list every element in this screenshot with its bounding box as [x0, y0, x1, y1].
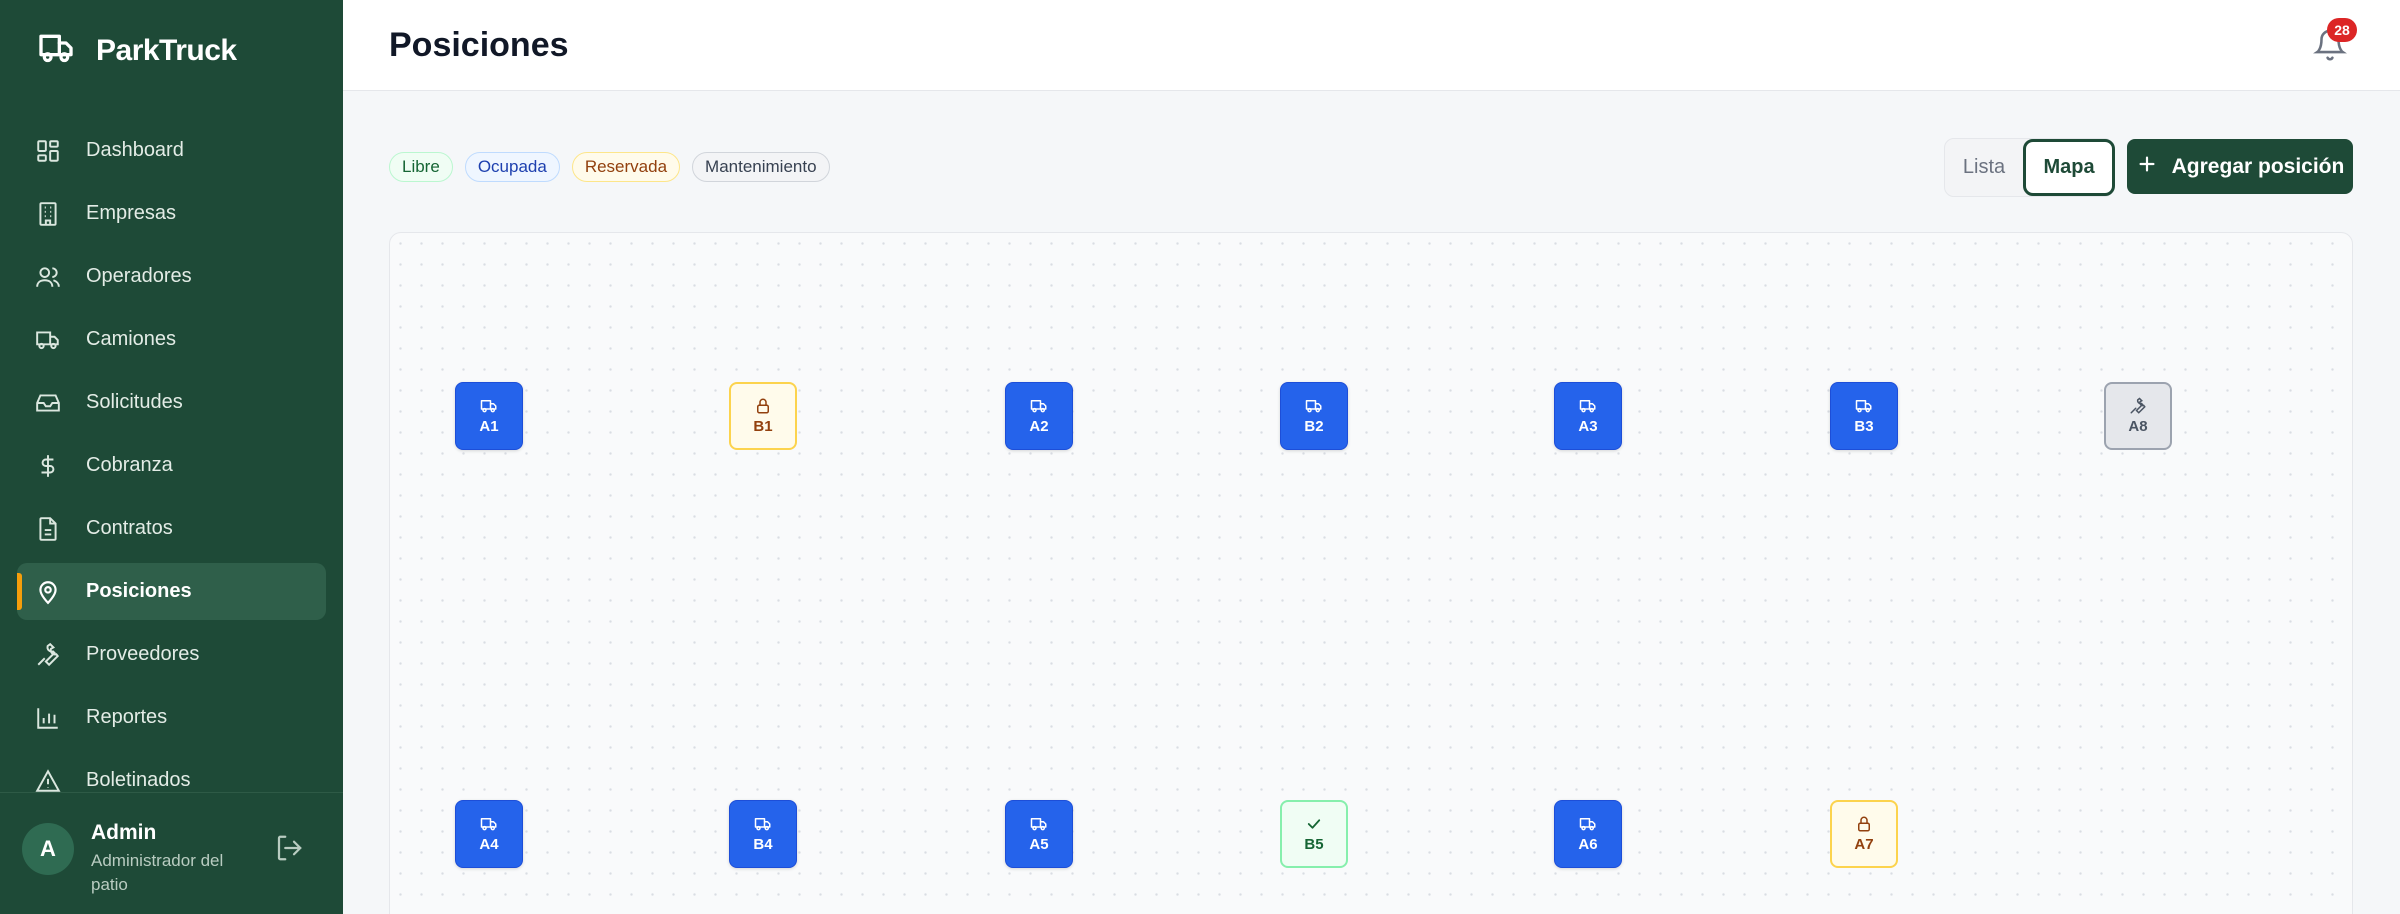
- position-slot-a8[interactable]: A8: [2104, 382, 2172, 450]
- position-slot-a4[interactable]: A4: [455, 800, 523, 868]
- position-code: A1: [479, 418, 499, 435]
- sidebar-item-label: Solicitudes: [86, 391, 183, 413]
- legend-reservada: Reservada: [571, 152, 681, 182]
- position-slot-b3[interactable]: B3: [1830, 382, 1898, 450]
- position-slot-a2[interactable]: A2: [1005, 382, 1073, 450]
- user-panel: A Admin Administrador del patio: [0, 792, 343, 914]
- wrench-icon: [34, 641, 62, 669]
- sidebar: ParkTruck Dashboard Empresas Operadores …: [0, 0, 343, 914]
- sidebar-item-dashboard[interactable]: Dashboard: [17, 122, 326, 179]
- sidebar-item-label: Posiciones: [86, 580, 192, 602]
- sidebar-item-posiciones[interactable]: Posiciones: [17, 563, 326, 620]
- position-code: A5: [1029, 836, 1049, 853]
- position-code: A3: [1578, 418, 1598, 435]
- inbox-icon: [34, 389, 62, 417]
- sidebar-item-label: Cobranza: [86, 454, 173, 476]
- position-slot-a5[interactable]: A5: [1005, 800, 1073, 868]
- truck-icon: [1578, 815, 1598, 833]
- position-code: A4: [479, 836, 499, 853]
- lock-icon: [754, 397, 772, 415]
- position-slot-a6[interactable]: A6: [1554, 800, 1622, 868]
- position-code: B4: [753, 836, 773, 853]
- truck-logo-icon: [34, 28, 78, 73]
- legend-mantenimiento: Mantenimiento: [692, 152, 830, 182]
- page-title: Posiciones: [389, 26, 569, 64]
- sidebar-item-operadores[interactable]: Operadores: [17, 248, 326, 305]
- truck-icon: [1304, 397, 1324, 415]
- position-slot-b4[interactable]: B4: [729, 800, 797, 868]
- dashboard-icon: [34, 137, 62, 165]
- sidebar-item-label: Reportes: [86, 706, 168, 728]
- sidebar-item-reportes[interactable]: Reportes: [17, 689, 326, 746]
- map-pin-icon: [34, 578, 62, 606]
- truck-icon: [753, 815, 773, 833]
- sidebar-item-label: Operadores: [86, 265, 192, 287]
- alert-triangle-icon: [34, 767, 62, 795]
- brand-title: ParkTruck: [96, 33, 237, 67]
- add-position-label: Agregar posición: [2171, 154, 2345, 178]
- position-slot-a3[interactable]: A3: [1554, 382, 1622, 450]
- users-icon: [34, 263, 62, 291]
- plus-icon: [2136, 153, 2158, 181]
- sidebar-item-empresas[interactable]: Empresas: [17, 185, 326, 242]
- sidebar-item-contratos[interactable]: Contratos: [17, 500, 326, 557]
- truck-icon: [479, 397, 499, 415]
- position-slot-a7[interactable]: A7: [1830, 800, 1898, 868]
- truck-icon: [479, 815, 499, 833]
- truck-icon: [1029, 815, 1049, 833]
- view-lista-button[interactable]: Lista: [1945, 139, 2023, 196]
- legend-libre: Libre: [389, 152, 453, 182]
- position-code: B2: [1304, 418, 1324, 435]
- legend-ocupada: Ocupada: [464, 152, 560, 182]
- truck-icon: [34, 326, 62, 354]
- lock-icon: [1855, 815, 1873, 833]
- position-code: B1: [753, 418, 773, 435]
- wrench-icon: [2129, 397, 2147, 415]
- dollar-icon: [34, 452, 62, 480]
- user-role: Administrador del patio: [91, 851, 224, 894]
- sidebar-nav: Dashboard Empresas Operadores Camiones S…: [17, 122, 326, 815]
- status-legend: Libre Ocupada Reservada Mantenimiento: [389, 152, 830, 182]
- view-toggle: Lista Mapa: [1944, 138, 2115, 197]
- position-code: B3: [1854, 418, 1874, 435]
- position-slot-b2[interactable]: B2: [1280, 382, 1348, 450]
- position-code: A7: [1854, 836, 1874, 853]
- truck-icon: [1029, 397, 1049, 415]
- building-icon: [34, 200, 62, 228]
- sidebar-item-label: Proveedores: [86, 643, 200, 665]
- sidebar-item-solicitudes[interactable]: Solicitudes: [17, 374, 326, 431]
- sidebar-item-label: Contratos: [86, 517, 173, 539]
- sidebar-item-label: Empresas: [86, 202, 177, 224]
- avatar[interactable]: A: [22, 823, 74, 875]
- notification-badge: 28: [2327, 18, 2357, 42]
- sidebar-item-camiones[interactable]: Camiones: [17, 311, 326, 368]
- top-header: Posiciones 28: [343, 0, 2400, 91]
- position-slot-a1[interactable]: A1: [455, 382, 523, 450]
- sidebar-item-proveedores[interactable]: Proveedores: [17, 626, 326, 683]
- bar-chart-icon: [34, 704, 62, 732]
- brand[interactable]: ParkTruck: [34, 28, 237, 73]
- position-code: B5: [1304, 836, 1324, 853]
- logout-icon[interactable]: [274, 833, 304, 868]
- position-code: A8: [2128, 418, 2148, 435]
- user-name: Admin: [91, 821, 157, 844]
- position-slot-b1[interactable]: B1: [729, 382, 797, 450]
- truck-icon: [1854, 397, 1874, 415]
- sidebar-item-cobranza[interactable]: Cobranza: [17, 437, 326, 494]
- positions-map: A1 B1 A2 B2 A3 B3 A8 A4 B4 A5 B5 A6 A7: [389, 232, 2353, 914]
- position-slot-b5[interactable]: B5: [1280, 800, 1348, 868]
- file-icon: [34, 515, 62, 543]
- view-mapa-button[interactable]: Mapa: [2023, 139, 2115, 196]
- sidebar-item-label: Boletinados: [86, 769, 191, 791]
- sidebar-item-label: Dashboard: [86, 139, 184, 161]
- sidebar-item-label: Camiones: [86, 328, 177, 350]
- check-icon: [1305, 815, 1323, 833]
- add-position-button[interactable]: Agregar posición: [2127, 139, 2353, 194]
- position-code: A2: [1029, 418, 1049, 435]
- position-code: A6: [1578, 836, 1598, 853]
- truck-icon: [1578, 397, 1598, 415]
